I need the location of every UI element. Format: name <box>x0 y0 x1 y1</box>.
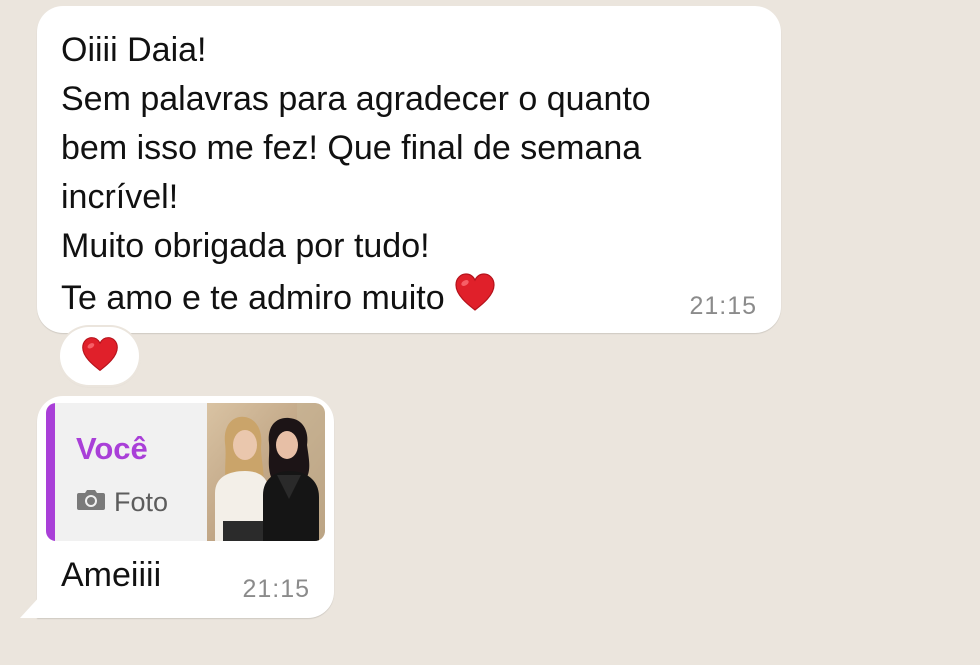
reaction-badge[interactable] <box>60 327 139 385</box>
quote-type-label: Foto <box>114 487 169 517</box>
message-bubble-reply[interactable]: Você Foto Ameiiii 21:15 <box>20 396 334 618</box>
quote-accent-bar <box>46 403 55 541</box>
photo-thumbnail[interactable] <box>207 403 325 541</box>
quote-author: Você <box>76 431 148 466</box>
message-time: 21:15 <box>242 575 310 603</box>
camera-icon <box>76 487 114 518</box>
message-bubble-received[interactable]: Oiiii Daia! Sem palavras para agradecer … <box>37 6 781 333</box>
message-line-last: Te amo e te admiro muito <box>61 271 651 327</box>
message-line: Te amo e te admiro muito <box>61 279 445 317</box>
heart-icon <box>453 271 497 327</box>
quote-media-type: Foto <box>76 487 168 518</box>
message-time: 21:15 <box>689 292 757 320</box>
bubble-tail <box>20 594 42 618</box>
quoted-message[interactable]: Você Foto <box>46 403 325 541</box>
message-text: Ameiiii <box>61 556 162 594</box>
message-line: Sem palavras para agradecer o quanto <box>61 80 651 118</box>
message-line: bem isso me fez! Que final de semana <box>61 129 642 167</box>
heart-icon <box>80 335 120 378</box>
message-text: Oiiii Daia! Sem palavras para agradecer … <box>61 26 651 327</box>
message-line: Muito obrigada por tudo! <box>61 227 430 265</box>
message-line: incrível! <box>61 178 179 216</box>
message-line: Oiiii Daia! <box>61 31 207 69</box>
